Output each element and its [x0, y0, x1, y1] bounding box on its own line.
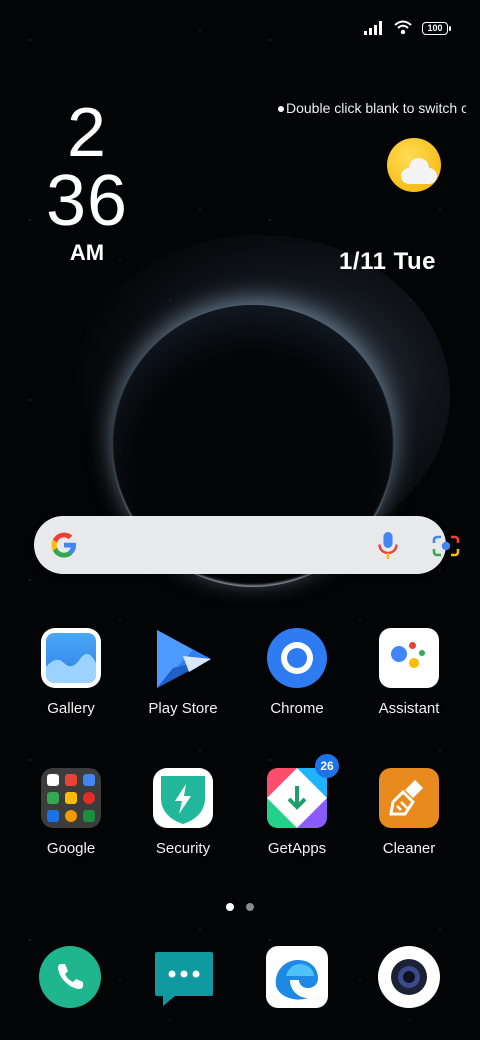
- app-label: GetApps: [267, 840, 327, 857]
- cleaner-broom-icon: [379, 768, 439, 828]
- browser-icon[interactable]: [266, 946, 328, 1008]
- app-row-1: Gallery Play Store Chrome Assistant: [0, 628, 480, 738]
- page-dot: [246, 903, 255, 911]
- wifi-icon: [394, 20, 412, 35]
- app-label: Chrome: [270, 700, 324, 717]
- app-getapps[interactable]: 26 GetApps: [242, 754, 352, 857]
- notification-badge: 26: [315, 754, 339, 778]
- security-shield-icon: [153, 768, 213, 828]
- hint-text: Double click blank to switch cl: [286, 100, 466, 116]
- status-bar: 100: [364, 16, 451, 40]
- lens-camera-icon[interactable]: [432, 535, 460, 557]
- chrome-icon: [267, 628, 327, 688]
- bullet-icon: [278, 106, 284, 113]
- app-label: Google: [46, 840, 96, 857]
- switch-clock-hint: Double click blank to switch cl: [278, 100, 466, 116]
- app-label: Play Store: [148, 700, 218, 717]
- signal-icon: [364, 21, 382, 35]
- app-label: Cleaner: [382, 840, 436, 857]
- clock-widget[interactable]: 2 36 AM: [42, 93, 132, 266]
- gallery-icon: [41, 628, 101, 688]
- play-store-icon: [157, 630, 211, 688]
- app-label: Gallery: [47, 700, 95, 717]
- app-cleaner[interactable]: Cleaner: [354, 768, 464, 857]
- battery-icon: 100: [422, 21, 451, 35]
- app-assistant[interactable]: Assistant: [354, 628, 464, 717]
- clock-minute: 36: [45, 161, 129, 241]
- app-label: Assistant: [378, 700, 440, 717]
- microphone-icon[interactable]: [376, 531, 400, 561]
- getapps-icon: 26: [267, 754, 339, 828]
- clock-hour: 2: [67, 93, 107, 171]
- app-gallery[interactable]: Gallery: [16, 628, 126, 717]
- app-row-2: Google Security 26 GetApps Cleaner: [0, 754, 480, 878]
- app-play-store[interactable]: Play Store: [128, 628, 238, 717]
- clock-ampm: AM: [69, 240, 105, 265]
- google-search-bar[interactable]: [34, 516, 460, 574]
- google-logo-icon: [51, 532, 76, 558]
- page-indicator[interactable]: [0, 898, 480, 916]
- app-security[interactable]: Security: [128, 768, 238, 857]
- page-dot-active: [225, 903, 234, 911]
- messages-icon[interactable]: [153, 946, 215, 1008]
- app-folder-google[interactable]: Google: [16, 768, 126, 857]
- battery-level: 100: [427, 22, 443, 33]
- partly-sunny-icon[interactable]: [387, 138, 441, 192]
- date-text[interactable]: 1/11 Tue: [339, 248, 436, 276]
- app-label: Security: [155, 840, 211, 857]
- app-chrome[interactable]: Chrome: [242, 628, 352, 717]
- camera-icon[interactable]: [378, 946, 440, 1008]
- assistant-icon: [379, 628, 439, 688]
- phone-icon[interactable]: [39, 946, 101, 1008]
- google-folder-icon: [41, 768, 101, 828]
